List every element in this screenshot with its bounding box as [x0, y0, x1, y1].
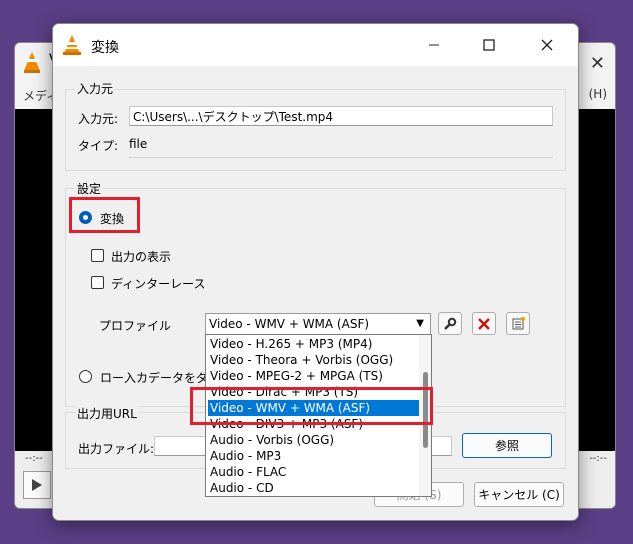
new-profile-icon — [512, 316, 525, 329]
play-button[interactable] — [23, 471, 51, 499]
output-file-label: 出力ファイル: — [78, 442, 155, 456]
vlc-cone-icon — [62, 34, 82, 59]
deinterlace-label: ディンターレース — [111, 277, 206, 291]
edit-profile-button[interactable] — [438, 312, 462, 335]
delete-profile-button[interactable] — [472, 312, 496, 335]
play-icon — [32, 479, 42, 491]
deinterlace-checkbox[interactable] — [91, 276, 104, 289]
show-output-label: 出力の表示 — [111, 250, 172, 264]
profile-option[interactable]: Audio - CD — [208, 480, 420, 496]
settings-group-label: 設定 — [75, 180, 104, 197]
type-label: タイプ: — [78, 139, 119, 153]
profile-selected-value: Video - WMV + WMA (ASF) — [209, 317, 370, 331]
close-button[interactable] — [532, 32, 562, 58]
total-time: --:-- — [589, 453, 607, 464]
background-close-icon[interactable]: ✕ — [590, 53, 605, 74]
elapsed-time: --:-- — [25, 453, 43, 464]
highlight-box-convert — [69, 197, 140, 233]
raw-dump-radio[interactable] — [79, 370, 92, 383]
profile-option[interactable]: Audio - FLAC — [208, 464, 420, 480]
minimize-icon — [429, 44, 439, 46]
maximize-button[interactable] — [474, 32, 504, 58]
vlc-cone-icon — [21, 51, 43, 76]
maximize-icon — [483, 39, 495, 51]
highlight-box-selected-option — [190, 387, 433, 425]
profile-option[interactable]: Video - Theora + Vorbis (OGG) — [208, 352, 420, 368]
chevron-down-icon: ▼ — [416, 318, 424, 329]
delete-icon — [478, 317, 490, 330]
raw-dump-label: ロー入カデータをダン — [100, 371, 221, 385]
divider — [129, 157, 553, 158]
convert-dialog: 変換 入力元 入力元: C:\Users\...\デスクトップ\Test.mp4… — [52, 23, 579, 521]
close-icon — [541, 39, 553, 51]
source-label: 入力元: — [78, 112, 119, 126]
new-profile-button[interactable] — [506, 312, 530, 335]
cancel-button[interactable]: キャンセル (C) — [474, 482, 564, 507]
profile-option[interactable]: Audio - MP3 — [208, 448, 420, 464]
background-menu-help[interactable]: (H) — [589, 87, 607, 101]
show-output-checkbox[interactable] — [91, 249, 104, 262]
browse-button[interactable]: 参照 — [462, 433, 552, 458]
source-group-label: 入力元 — [75, 80, 116, 97]
dialog-title: 変換 — [91, 40, 119, 56]
source-group — [65, 89, 566, 171]
source-path-field[interactable]: C:\Users\...\デスクトップ\Test.mp4 — [129, 106, 553, 126]
profile-label: プロファイル — [99, 319, 172, 333]
profile-option[interactable]: Video - MPEG-2 + MPGA (TS) — [208, 368, 420, 384]
wrench-icon — [444, 317, 457, 330]
profile-select[interactable]: Video - WMV + WMA (ASF) ▼ — [205, 313, 431, 335]
minimize-button[interactable] — [419, 32, 449, 58]
output-group-label: 出力用URL — [75, 405, 139, 422]
dialog-titlebar: 変換 — [53, 24, 578, 66]
profile-option[interactable]: Video - H.265 + MP3 (MP4) — [208, 336, 420, 352]
type-value: file — [129, 137, 148, 151]
profile-option[interactable]: Audio - Vorbis (OGG) — [208, 432, 420, 448]
